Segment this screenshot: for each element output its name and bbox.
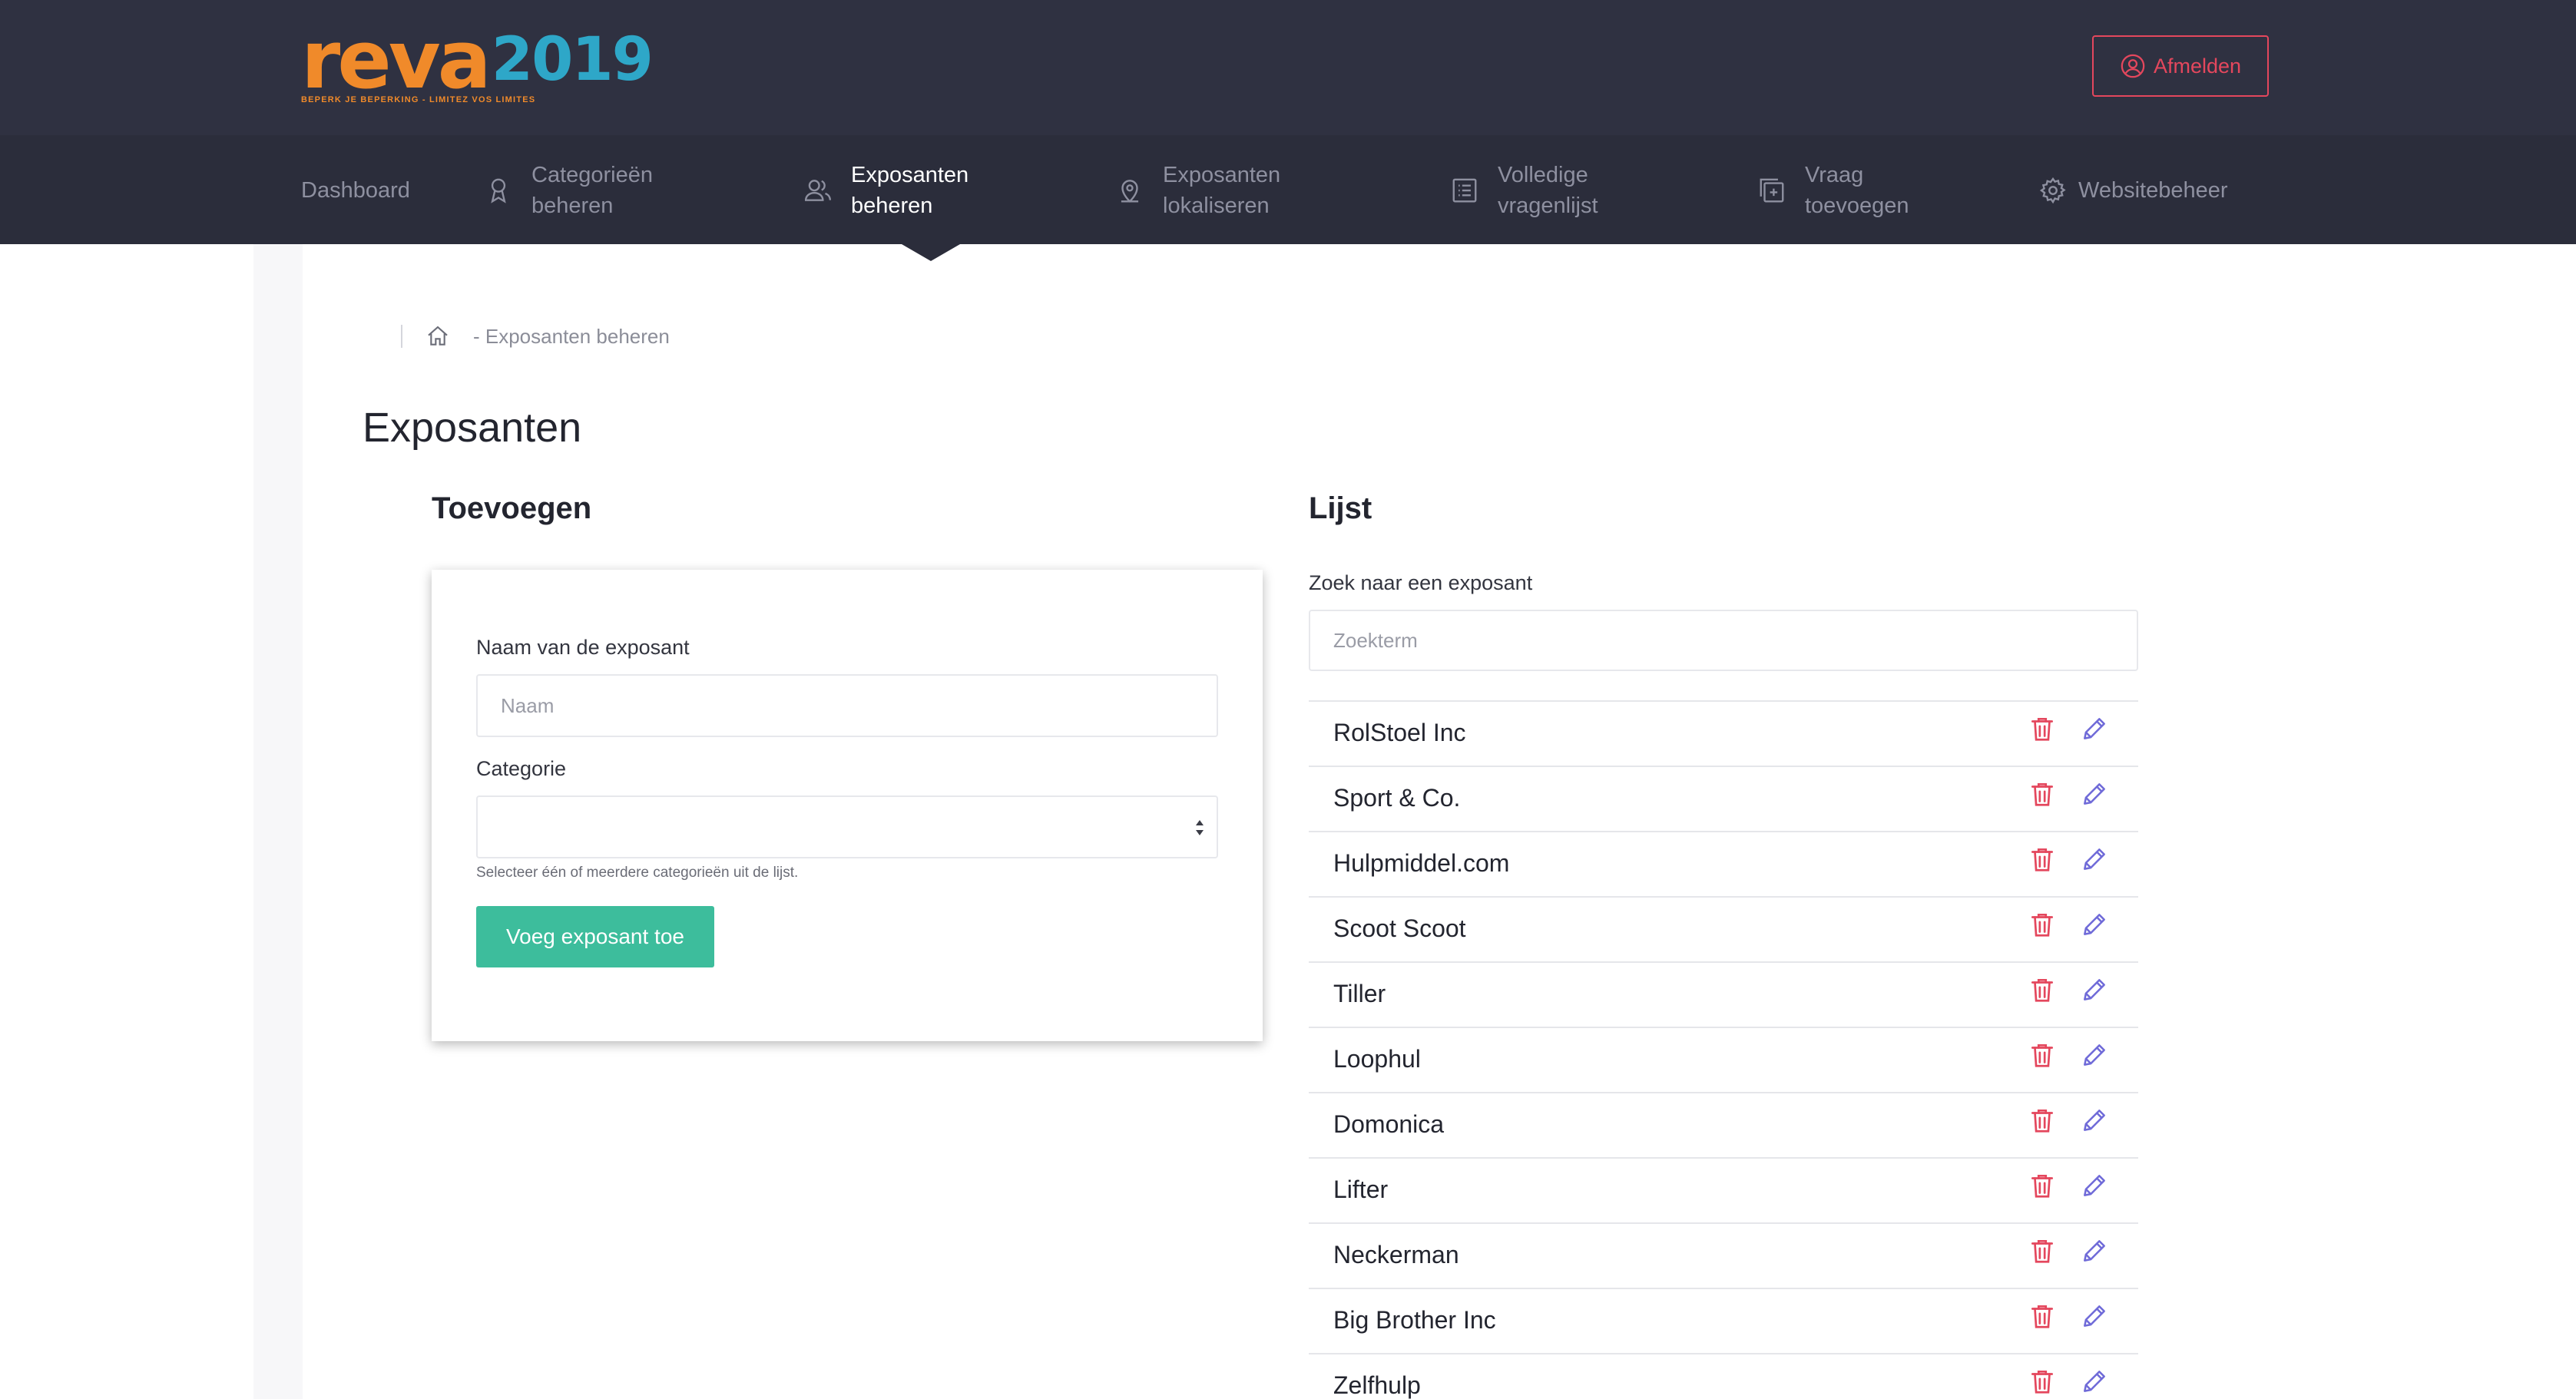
trash-icon[interactable] — [2028, 975, 2057, 1004]
logo-text: reva — [301, 13, 492, 107]
add-exhibitor-button-label: Voeg exposant toe — [506, 924, 684, 948]
pencil-icon[interactable] — [2080, 1236, 2109, 1265]
pencil-icon[interactable] — [2080, 714, 2109, 743]
trash-icon[interactable] — [2028, 1301, 2057, 1331]
nav-label: Websitebeheer — [2078, 178, 2228, 203]
category-hint: Selecteer één of meerdere categorieën ui… — [476, 865, 799, 881]
trash-icon[interactable] — [2028, 714, 2057, 743]
list-icon — [1452, 178, 1477, 203]
search-input[interactable] — [1309, 610, 2138, 671]
exhibitor-name: Sport & Co. — [1333, 784, 1461, 812]
add-exhibitor-button[interactable]: Voeg exposant toe — [476, 906, 714, 967]
list-item: Loophul — [1309, 1027, 2138, 1092]
name-field-label: Naam van de exposant — [476, 636, 690, 659]
list-section-title: Lijst — [1309, 491, 1372, 525]
exhibitor-name: Domonica — [1333, 1110, 1445, 1138]
exhibitor-name: Neckerman — [1333, 1241, 1459, 1268]
nav-item-dashboard[interactable]: Dashboard — [301, 158, 410, 223]
nav-label: Volledige vragenlijst — [1498, 163, 1598, 218]
nav-item-exposanten-beheren[interactable]: Exposanten beheren — [803, 158, 968, 223]
trash-icon[interactable] — [2028, 1236, 2057, 1265]
list-item: Sport & Co. — [1309, 766, 2138, 831]
trash-icon[interactable] — [2028, 1106, 2057, 1135]
pencil-icon[interactable] — [2080, 1106, 2109, 1135]
list-item: Lifter — [1309, 1157, 2138, 1222]
list-item: Domonica — [1309, 1092, 2138, 1157]
list-item: Zelfhulp — [1309, 1353, 2138, 1399]
map-pin-icon — [1121, 180, 1139, 203]
nav-item-exposanten-lokaliseren[interactable]: Exposanten lokaliseren — [1115, 158, 1280, 223]
nav-label: Categorieën beheren — [531, 163, 653, 218]
main-nav: Dashboard Categorieën beheren Exposanten… — [0, 135, 2576, 244]
reva-logo[interactable]: reva 2019 BEPERK JE BEPERKING - LIMITEZ … — [301, 13, 654, 107]
select-arrows-icon — [1196, 820, 1204, 835]
add-section-title: Toevoegen — [432, 491, 592, 525]
trash-icon[interactable] — [2028, 779, 2057, 809]
user-circle-icon — [2121, 54, 2145, 78]
ribbon-icon — [491, 178, 506, 203]
nav-label: Exposanten lokaliseren — [1163, 163, 1281, 218]
nav-item-vraag-toevoegen[interactable]: Vraag toevoegen — [1757, 158, 1909, 223]
trash-icon[interactable] — [2028, 1367, 2057, 1396]
pencil-icon[interactable] — [2080, 1171, 2109, 1200]
pencil-icon[interactable] — [2080, 1367, 2109, 1396]
home-icon[interactable] — [425, 324, 450, 349]
list-item: Big Brother Inc — [1309, 1288, 2138, 1353]
exhibitor-name: Tiller — [1333, 980, 1386, 1007]
trash-icon[interactable] — [2028, 910, 2057, 939]
category-field-label: Categorie — [476, 757, 567, 780]
exhibitor-name: Lifter — [1333, 1176, 1389, 1203]
exhibitor-name-input[interactable] — [476, 674, 1218, 737]
breadcrumb-divider — [401, 325, 402, 348]
category-select[interactable] — [476, 795, 1218, 858]
exhibitor-name: Scoot Scoot — [1333, 914, 1466, 942]
page-title: Exposanten — [363, 405, 582, 451]
pencil-icon[interactable] — [2080, 1040, 2109, 1070]
logo-year: 2019 — [491, 25, 654, 94]
list-item: RolStoel Inc — [1309, 700, 2138, 766]
exhibitor-name: Big Brother Inc — [1333, 1306, 1496, 1334]
pencil-icon[interactable] — [2080, 910, 2109, 939]
exhibitor-name: RolStoel Inc — [1333, 719, 1466, 746]
exhibitor-name: Zelfhulp — [1333, 1371, 1421, 1399]
sidebar-strip — [253, 244, 303, 1399]
trash-icon[interactable] — [2028, 845, 2057, 874]
add-box-icon — [1760, 178, 1784, 203]
breadcrumb-current: - Exposanten beheren — [473, 324, 670, 348]
pencil-icon[interactable] — [2080, 845, 2109, 874]
list-item: Neckerman — [1309, 1222, 2138, 1288]
users-icon — [804, 180, 832, 201]
top-header: reva 2019 BEPERK JE BEPERKING - LIMITEZ … — [0, 0, 2576, 135]
search-label: Zoek naar een exposant — [1309, 571, 1533, 594]
gear-icon — [2039, 177, 2066, 204]
exhibitor-name: Hulpmiddel.com — [1333, 849, 1510, 877]
logo-tagline: BEPERK JE BEPERKING - LIMITEZ VOS LIMITE… — [301, 95, 536, 104]
nav-item-websitebeheer[interactable]: Websitebeheer — [2038, 158, 2228, 223]
pencil-icon[interactable] — [2080, 975, 2109, 1004]
nav-item-categorieen[interactable]: Categorieën beheren — [484, 158, 653, 223]
nav-label: Vraag toevoegen — [1805, 163, 1909, 218]
add-exhibitor-form: Naam van de exposant Categorie Selecteer… — [432, 570, 1263, 1041]
breadcrumb: - Exposanten beheren — [401, 321, 670, 352]
active-nav-indicator — [902, 244, 960, 261]
trash-icon[interactable] — [2028, 1040, 2057, 1070]
exhibitor-name: Loophul — [1333, 1045, 1421, 1073]
exhibitor-list: RolStoel Inc Sport & Co. Hulpmiddel.com … — [1309, 700, 2138, 1399]
logout-button[interactable]: Afmelden — [2092, 35, 2269, 97]
list-item: Scoot Scoot — [1309, 896, 2138, 961]
trash-icon[interactable] — [2028, 1171, 2057, 1200]
pencil-icon[interactable] — [2080, 1301, 2109, 1331]
list-item: Hulpmiddel.com — [1309, 831, 2138, 896]
list-item: Tiller — [1309, 961, 2138, 1027]
pencil-icon[interactable] — [2080, 779, 2109, 809]
nav-label: Dashboard — [301, 178, 410, 203]
nav-label: Exposanten beheren — [851, 163, 969, 218]
logout-label: Afmelden — [2153, 54, 2242, 78]
nav-item-volledige-vragenlijst[interactable]: Volledige vragenlijst — [1450, 158, 1598, 223]
